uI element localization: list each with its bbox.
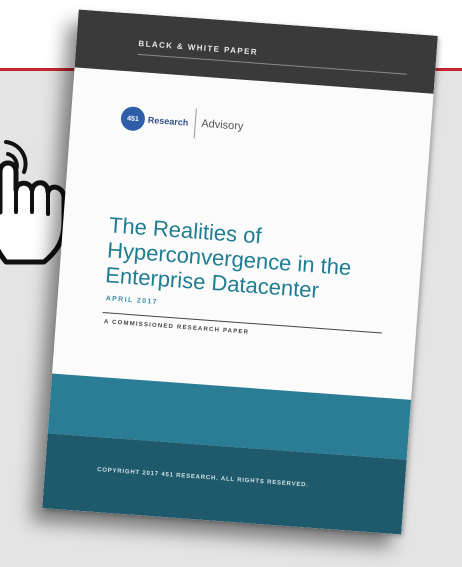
- logo-mark: 451: [120, 105, 146, 132]
- top-band: BLACK & WHITE PAPER: [74, 9, 438, 94]
- series-label: BLACK & WHITE PAPER: [138, 38, 259, 57]
- publisher-logo: 451 Research Advisory: [120, 105, 244, 140]
- publication-date: APRIL 2017: [105, 295, 159, 307]
- logo-separator: [193, 108, 197, 139]
- paper-sheet: BLACK & WHITE PAPER 451 Research Advisor…: [42, 9, 438, 535]
- logo-division: Advisory: [200, 117, 244, 133]
- band-divider: [137, 53, 407, 75]
- logo-wordmark: Research: [147, 114, 189, 128]
- cover-title: The Realities of Hyperconvergence in the…: [105, 212, 410, 309]
- white-paper-cover[interactable]: BLACK & WHITE PAPER 451 Research Advisor…: [42, 9, 438, 535]
